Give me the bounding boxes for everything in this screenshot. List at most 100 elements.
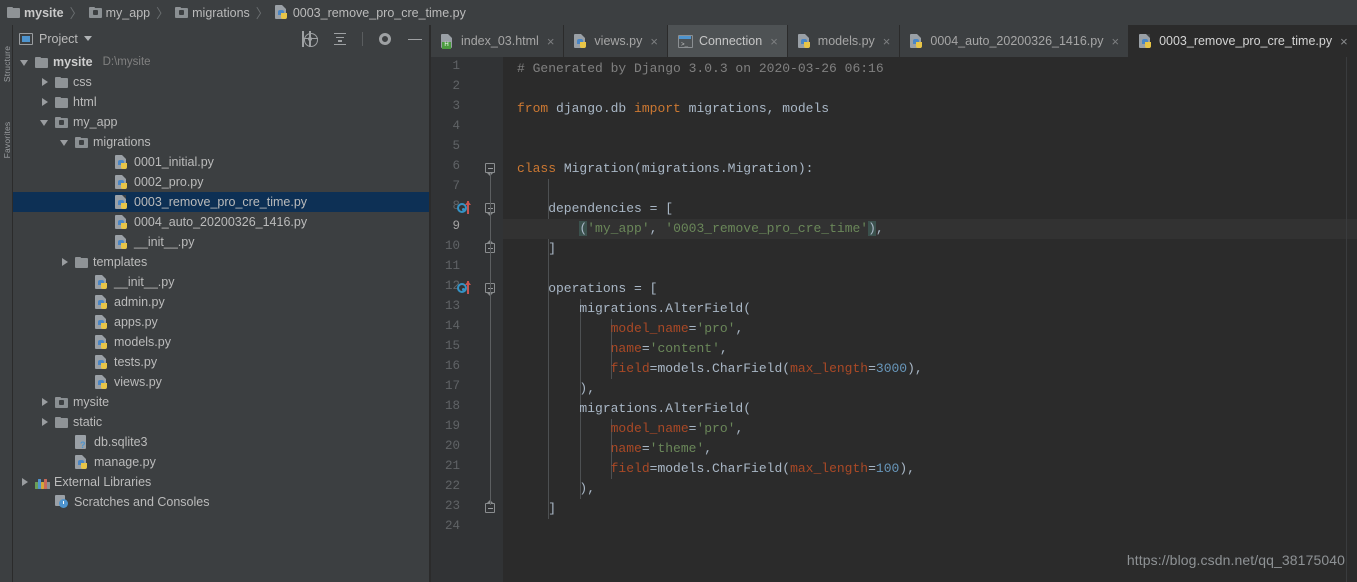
code-line[interactable]: migrations.AlterField( [503, 399, 1357, 419]
tree-row[interactable]: mysite D:\mysite [13, 52, 431, 72]
code-line[interactable]: ), [503, 379, 1357, 399]
tree-expand-right-icon[interactable] [39, 97, 50, 108]
editor-gutter[interactable]: 123456789101112131415161718192021222324 [431, 57, 503, 582]
tree-row[interactable]: manage.py [13, 452, 431, 472]
code-line[interactable] [503, 259, 1357, 279]
close-icon[interactable]: × [883, 35, 891, 48]
tree-row[interactable]: tests.py [13, 352, 431, 372]
tree-row[interactable]: migrations [13, 132, 431, 152]
tool-window-tab-favorites[interactable]: Favorites [2, 120, 12, 160]
breadcrumb-separator: 〉 [156, 6, 170, 21]
tree-row[interactable]: html [13, 92, 431, 112]
tree-row[interactable]: templates [13, 252, 431, 272]
minimize-icon[interactable] [407, 31, 423, 47]
code-token-ident [517, 321, 611, 336]
gear-icon[interactable] [377, 31, 393, 47]
tree-expand-down-icon[interactable] [19, 57, 30, 68]
tree-row[interactable]: 0004_auto_20200326_1416.py [13, 212, 431, 232]
breadcrumb-item-mysite[interactable]: mysite [4, 6, 67, 20]
tree-row[interactable]: css [13, 72, 431, 92]
python-file-icon [95, 274, 109, 290]
close-icon[interactable]: × [547, 35, 555, 48]
code-line[interactable]: migrations.AlterField( [503, 299, 1357, 319]
editor-tab-index-03-html[interactable]: Hindex_03.html × [431, 25, 565, 57]
tree-row[interactable]: views.py [13, 372, 431, 392]
line-number: 15 [444, 339, 460, 353]
tree-expand-down-icon[interactable] [39, 117, 50, 128]
code-line[interactable]: ('my_app', '0003_remove_pro_cre_time'), [503, 219, 1357, 239]
module-folder-icon [88, 7, 102, 18]
line-number: 21 [444, 459, 460, 473]
tree-row[interactable]: Scratches and Consoles [13, 492, 431, 512]
project-file-tree[interactable]: mysite D:\mysite css html my_app migrations 00… [13, 52, 431, 582]
code-line[interactable]: name='content', [503, 339, 1357, 359]
breadcrumb-item-my-app[interactable]: my_app [86, 6, 153, 20]
project-title-group[interactable]: Project [19, 32, 92, 46]
locate-icon[interactable] [302, 30, 318, 47]
line-number: 18 [444, 399, 460, 413]
editor-tab-connection[interactable]: >_ Connection × [667, 25, 788, 57]
code-line[interactable]: model_name='pro', [503, 319, 1357, 339]
code-content[interactable]: # Generated by Django 3.0.3 on 2020-03-2… [503, 57, 1357, 582]
tree-row[interactable]: static [13, 412, 431, 432]
code-line[interactable]: ] [503, 499, 1357, 519]
editor-tab-views-py[interactable]: views.py × [564, 25, 668, 57]
editor-tab-0004-auto-20200326-1416-py[interactable]: 0004_auto_20200326_1416.py × [900, 25, 1130, 57]
tree-row[interactable]: ? db.sqlite3 [13, 432, 431, 452]
tree-expand-right-icon[interactable] [39, 77, 50, 88]
close-icon[interactable]: × [650, 35, 658, 48]
code-line[interactable]: field=models.CharField(max_length=3000), [503, 359, 1357, 379]
breadcrumb-item-0003-remove-pro-cre-time-py[interactable]: 0003_remove_pro_cre_time.py [272, 5, 469, 20]
tree-expand-right-icon[interactable] [19, 477, 30, 488]
code-line[interactable] [503, 519, 1357, 539]
code-token-str: 'pro' [696, 421, 736, 436]
tree-row[interactable]: mysite [13, 392, 431, 412]
tree-row[interactable]: models.py [13, 332, 431, 352]
tree-row-selected[interactable]: 0003_remove_pro_cre_time.py [13, 192, 431, 212]
code-line[interactable]: ), [503, 479, 1357, 499]
tree-row[interactable]: External Libraries [13, 472, 431, 492]
code-line[interactable] [503, 79, 1357, 99]
line-number: 8 [420, 199, 460, 213]
python-file-icon [115, 174, 129, 190]
code-line[interactable] [503, 139, 1357, 159]
breadcrumb-item-migrations[interactable]: migrations [172, 6, 253, 20]
code-line[interactable]: class Migration(migrations.Migration): [503, 159, 1357, 179]
editor-tab-models-py[interactable]: models.py × [788, 25, 901, 57]
breadcrumb-label: my_app [105, 5, 151, 20]
editor-tab-0003-remove-pro-cre-time-py[interactable]: 0003_remove_pro_cre_time.py × [1129, 25, 1357, 57]
code-line[interactable]: dependencies = [ [503, 199, 1357, 219]
code-line[interactable]: field=models.CharField(max_length=100), [503, 459, 1357, 479]
overriding-member-icon[interactable] [457, 201, 473, 215]
tree-row[interactable]: admin.py [13, 292, 431, 312]
code-line[interactable] [503, 119, 1357, 139]
tree-row[interactable]: apps.py [13, 312, 431, 332]
code-line[interactable] [503, 179, 1357, 199]
tree-expand-down-icon[interactable] [59, 137, 70, 148]
chevron-down-icon[interactable] [83, 36, 92, 41]
code-line[interactable]: from django.db import migrations, models [503, 99, 1357, 119]
code-line[interactable]: operations = [ [503, 279, 1357, 299]
tree-row[interactable]: 0002_pro.py [13, 172, 431, 192]
close-icon[interactable]: × [1340, 35, 1348, 48]
code-token-str: 'pro' [696, 321, 736, 336]
folder-icon [35, 56, 48, 68]
code-line[interactable]: model_name='pro', [503, 419, 1357, 439]
overriding-member-icon[interactable] [457, 281, 473, 295]
tree-expand-right-icon[interactable] [59, 257, 70, 268]
code-line[interactable]: # Generated by Django 3.0.3 on 2020-03-2… [503, 59, 1357, 79]
tree-expand-right-icon[interactable] [39, 417, 50, 428]
tree-row[interactable]: __init__.py [13, 272, 431, 292]
close-icon[interactable]: × [770, 35, 778, 48]
tree-expand-right-icon[interactable] [39, 397, 50, 408]
code-line[interactable]: name='theme', [503, 439, 1357, 459]
code-token-str: 'my_app' [587, 221, 650, 236]
tree-row[interactable]: my_app [13, 112, 431, 132]
code-line[interactable]: ] [503, 239, 1357, 259]
tree-row[interactable]: 0001_initial.py [13, 152, 431, 172]
tree-row[interactable]: __init__.py [13, 232, 431, 252]
tool-window-tab-structure[interactable]: Structure [2, 44, 12, 84]
collapse-all-icon[interactable] [332, 31, 348, 47]
close-icon[interactable]: × [1111, 35, 1119, 48]
